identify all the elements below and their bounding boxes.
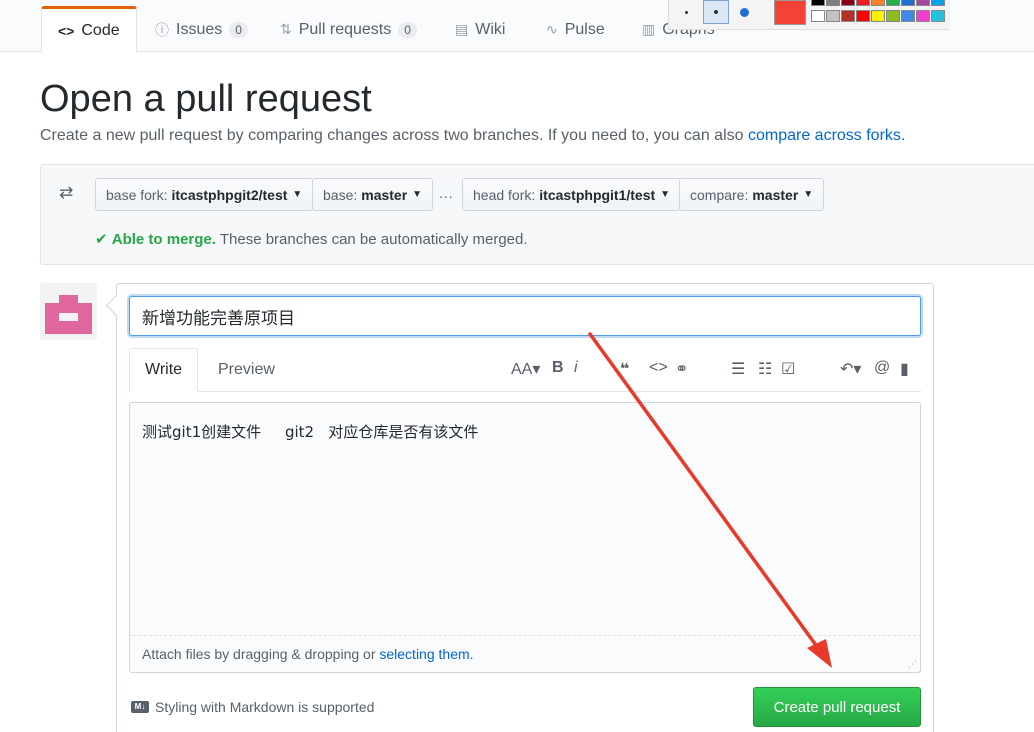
color-swatch[interactable] <box>886 10 900 22</box>
bold-icon[interactable]: B <box>552 359 564 377</box>
graph-icon: ▥ <box>642 21 656 37</box>
merge-ok-label: Able to merge. <box>111 231 216 248</box>
body-textarea[interactable]: 测试git1创建文件 git2 对应仓库是否有该文件 <box>129 402 921 636</box>
brush-size-small[interactable] <box>673 0 699 24</box>
issue-icon: ⓘ <box>155 21 169 38</box>
page: <> Code ⓘ Issues 0 ⇅ Pull requests 0 ▤ W… <box>0 0 1034 732</box>
caret-down-icon: ▼ <box>803 189 814 200</box>
text-size-icon[interactable]: AA▾ <box>511 359 540 379</box>
compare-branch-select[interactable]: compare: master ▼ <box>679 178 825 211</box>
tab-issues[interactable]: ⓘ Issues 0 <box>139 6 264 53</box>
page-title: Open a pull request <box>40 78 372 120</box>
dot-icon <box>684 10 688 14</box>
markdown-note[interactable]: M↓ Styling with Markdown is supported <box>131 699 374 715</box>
pull-request-form: Write Preview AA▾ B i ❝ <> ⚭ ☰ ☷ ☑ ↶▾ @ … <box>116 283 934 732</box>
markdown-icon: M↓ <box>131 701 149 713</box>
base-fork-value: itcastphpgit2/test <box>171 186 288 203</box>
paint-toolbar <box>668 0 950 30</box>
dot-icon <box>714 10 718 14</box>
compare-value: master <box>752 186 799 203</box>
mention-icon[interactable]: @ <box>874 359 890 377</box>
title-input[interactable] <box>129 296 921 336</box>
current-color[interactable] <box>774 0 806 25</box>
base-value: master <box>361 186 408 203</box>
link-icon[interactable]: ⚭ <box>675 359 688 379</box>
numbered-list-icon[interactable]: ☷ <box>758 359 772 379</box>
subtitle-text: Create a new pull request by comparing c… <box>40 127 748 144</box>
base-label: base: <box>323 186 358 203</box>
tab-code-label: Code <box>81 21 120 39</box>
bulleted-list-icon[interactable]: ☰ <box>731 359 745 379</box>
color-swatch[interactable] <box>916 0 930 6</box>
base-fork-label: base fork: <box>106 186 168 203</box>
bookmark-icon[interactable]: ▮ <box>900 359 909 379</box>
page-subtitle: Create a new pull request by comparing c… <box>40 127 905 145</box>
tab-pull-requests[interactable]: ⇅ Pull requests 0 <box>264 6 433 53</box>
pull-request-icon: ⇅ <box>280 21 292 37</box>
brush-size-large[interactable] <box>731 0 757 24</box>
merge-status-text: These branches can be automatically merg… <box>219 231 528 248</box>
italic-icon[interactable]: i <box>574 359 578 377</box>
color-swatch[interactable] <box>826 10 840 22</box>
color-swatch[interactable] <box>931 10 945 22</box>
issues-counter: 0 <box>229 21 248 38</box>
base-fork-select[interactable]: base fork: itcastphpgit2/test ▼ <box>95 178 314 211</box>
dot-icon <box>739 7 749 17</box>
tab-pulse[interactable]: ∿ Pulse <box>530 6 621 53</box>
color-swatch[interactable] <box>871 0 885 6</box>
color-swatch[interactable] <box>931 0 945 6</box>
task-list-icon[interactable]: ☑ <box>781 359 795 379</box>
merge-status: ✔ Able to merge. These branches can be a… <box>95 230 528 248</box>
tab-write[interactable]: Write <box>129 348 199 392</box>
reply-icon[interactable]: ↶▾ <box>840 359 861 379</box>
color-swatch[interactable] <box>901 0 915 6</box>
tab-pulse-label: Pulse <box>564 20 605 38</box>
color-swatch[interactable] <box>841 10 855 22</box>
code-icon: <> <box>58 22 75 39</box>
attach-text: Attach files by dragging & dropping or <box>142 646 380 662</box>
tab-pull-requests-label: Pull requests <box>298 20 392 38</box>
book-icon: ▤ <box>455 21 469 37</box>
tab-wiki-label: Wiki <box>475 20 506 38</box>
base-branch-select[interactable]: base: master ▼ <box>312 178 434 211</box>
compare-across-forks-link[interactable]: compare across forks. <box>748 127 905 144</box>
color-swatch[interactable] <box>826 0 840 6</box>
tab-wiki[interactable]: ▤ Wiki <box>439 6 521 53</box>
attach-files-bar[interactable]: Attach files by dragging & dropping or s… <box>129 636 921 673</box>
range-editor: ⇄ base fork: itcastphpgit2/test ▼ base: … <box>40 164 1034 265</box>
caret-down-icon: ▼ <box>660 189 671 200</box>
brush-size-medium[interactable] <box>703 0 729 24</box>
pull-requests-counter: 0 <box>398 21 417 38</box>
color-swatch[interactable] <box>901 10 915 22</box>
color-swatch[interactable] <box>811 0 825 6</box>
tab-preview[interactable]: Preview <box>203 348 290 392</box>
head-fork-select[interactable]: head fork: itcastphpgit1/test ▼ <box>462 178 682 211</box>
markdown-note-text: Styling with Markdown is supported <box>155 699 375 715</box>
tab-issues-label: Issues <box>176 20 223 38</box>
color-swatch[interactable] <box>856 10 870 22</box>
head-fork-value: itcastphpgit1/test <box>539 186 656 203</box>
tab-code[interactable]: <> Code <box>41 6 137 53</box>
code-icon[interactable]: <> <box>649 359 668 377</box>
compare-label: compare: <box>690 186 749 203</box>
color-swatch[interactable] <box>871 10 885 22</box>
check-icon: ✔ <box>95 231 108 248</box>
color-swatch[interactable] <box>916 10 930 22</box>
color-swatch[interactable] <box>811 10 825 22</box>
select-files-link[interactable]: selecting them. <box>379 646 473 662</box>
caret-down-icon: ▼ <box>412 189 423 200</box>
color-swatch[interactable] <box>841 0 855 6</box>
compare-icon[interactable]: ⇄ <box>59 183 73 203</box>
create-pull-request-button[interactable]: Create pull request <box>753 687 921 727</box>
color-swatch[interactable] <box>886 0 900 6</box>
resize-handle-icon[interactable]: ⋰ <box>908 659 917 670</box>
color-swatch[interactable] <box>856 0 870 6</box>
caret-down-icon: ▼ <box>292 189 303 200</box>
quote-icon[interactable]: ❝ <box>620 359 629 379</box>
avatar[interactable] <box>40 283 97 340</box>
head-fork-label: head fork: <box>473 186 536 203</box>
range-dots: ... <box>439 185 454 201</box>
pulse-icon: ∿ <box>546 21 558 37</box>
